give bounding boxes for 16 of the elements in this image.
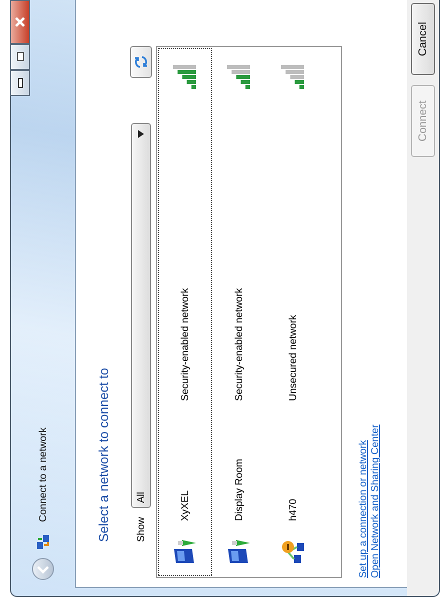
network-row[interactable]: Display Room Security-enabled network	[212, 48, 266, 576]
dialog-button[interactable]: Cancel	[411, 3, 435, 75]
window-title: Connect to a network	[38, 428, 48, 522]
network-status: Security-enabled network	[180, 287, 190, 401]
link[interactable]: Open Network and Sharing Center	[370, 424, 382, 578]
show-label: Show	[136, 516, 146, 542]
network-name: h470	[288, 498, 298, 521]
network-status: Security-enabled network	[234, 287, 244, 401]
network-name: XyXEL	[180, 489, 190, 521]
link[interactable]: Set up a connection or network	[358, 440, 370, 578]
network-name: Display Room	[234, 458, 244, 521]
show-dropdown[interactable]: All	[131, 123, 151, 508]
dialog-heading: Select a network to connect to	[96, 366, 112, 542]
network-row[interactable]: XyXEL Security-enabled network	[158, 48, 212, 576]
network-status: Unsecured network	[288, 314, 298, 401]
network-row[interactable]: h470 Unsecured network	[266, 48, 320, 576]
